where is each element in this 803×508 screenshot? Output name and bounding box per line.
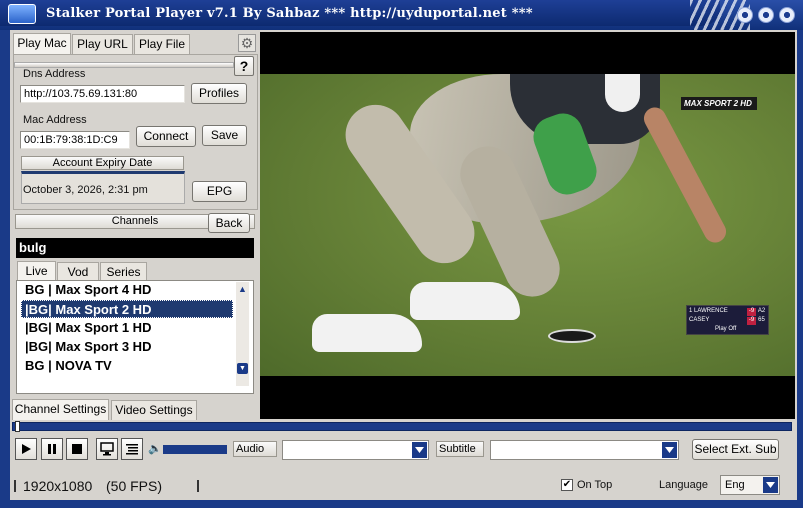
stop-button[interactable] (66, 438, 88, 460)
select-ext-sub-button[interactable]: Select Ext. Sub (692, 439, 779, 460)
stop-icon (72, 444, 82, 454)
language-select[interactable]: Eng (720, 475, 780, 495)
playlist-button[interactable] (121, 438, 143, 460)
scoreboard-overlay: 1 LAWRENCE -9 A2 CASEY -9 65 Play Off (686, 305, 769, 335)
play-icon (22, 444, 31, 454)
play-button[interactable] (15, 438, 37, 460)
list-icon (126, 444, 138, 455)
video-shoe (312, 314, 422, 352)
back-button[interactable]: Back (208, 213, 250, 233)
channel-item[interactable]: BG | NOVA TV (25, 357, 112, 375)
channel-item[interactable]: BG | Max Sport 4 HD (25, 281, 151, 299)
seek-handle[interactable] (15, 421, 20, 432)
video-arm (640, 103, 730, 247)
window-frame-bottom (0, 500, 803, 508)
connect-button[interactable]: Connect (136, 126, 196, 147)
ontop-checkbox[interactable]: ✔ (561, 479, 573, 491)
scroll-down-icon[interactable]: ▼ (237, 363, 248, 374)
audio-label: Audio (233, 441, 277, 457)
mac-label: Mac Address (23, 114, 87, 126)
volume-slider[interactable] (163, 445, 227, 454)
volume-fill (164, 446, 226, 453)
video-shoe (410, 282, 520, 320)
tab-play-url[interactable]: Play URL (72, 34, 133, 54)
pause-button[interactable] (41, 438, 63, 460)
expiry-label: Account Expiry Date (21, 156, 184, 170)
window-title: Stalker Portal Player v7.1 By Sahbaz ***… (46, 6, 533, 21)
ontop-label: On Top (577, 479, 613, 491)
video-display[interactable]: MAX SPORT 2 HD 1 LAWRENCE -9 A2 CASEY -9… (260, 32, 795, 419)
title-bar[interactable]: Stalker Portal Player v7.1 By Sahbaz ***… (0, 0, 803, 30)
language-label: Language (659, 479, 708, 491)
expiry-value: October 3, 2026, 2:31 pm (23, 184, 148, 196)
channel-search-input[interactable]: bulg (16, 238, 254, 258)
fps-text: (50 FPS) (106, 478, 163, 494)
subtitle-label: Subtitle (436, 441, 484, 457)
chevron-down-icon (662, 442, 677, 458)
subtitle-select[interactable] (490, 440, 679, 460)
score-value: 65 (758, 317, 765, 323)
dns-label: Dns Address (23, 68, 86, 80)
channel-item-selected[interactable]: |BG| Max Sport 2 HD (21, 300, 233, 318)
tab-play-file[interactable]: Play File (134, 34, 190, 54)
fullscreen-button[interactable] (96, 438, 118, 460)
tab-play-mac[interactable]: Play Mac (13, 33, 71, 54)
maximize-icon[interactable] (758, 7, 774, 23)
chevron-down-icon (412, 442, 427, 458)
video-cap (605, 74, 640, 112)
minimize-icon[interactable] (737, 7, 753, 23)
volume-icon: 🔈 (148, 443, 162, 455)
pause-icon (48, 444, 56, 454)
resolution-text: 1920x1080 (23, 478, 93, 494)
check-icon: ✔ (562, 479, 572, 490)
score-value: -9 (747, 317, 756, 325)
scroll-up-icon[interactable]: ▲ (237, 284, 248, 294)
channel-item[interactable]: |BG| Max Sport 1 HD (25, 319, 151, 337)
close-icon[interactable] (779, 7, 795, 23)
audio-select[interactable] (282, 440, 429, 460)
score-footer: Play Off (715, 326, 737, 332)
window-frame-left (0, 30, 10, 508)
channel-item[interactable]: |BG| Max Sport 3 HD (25, 338, 151, 356)
score-row-name: 1 LAWRENCE (689, 308, 728, 314)
score-value: -9 (747, 308, 756, 316)
settings-gear-icon[interactable]: ⚙ (238, 34, 256, 52)
profiles-button[interactable]: Profiles (191, 83, 247, 104)
channel-logo: MAX SPORT 2 HD (681, 97, 757, 110)
chevron-down-icon (763, 477, 778, 493)
app-icon (8, 4, 36, 24)
dns-input[interactable]: http://103.75.69.131:80 (20, 85, 185, 103)
score-row-name: CASEY (689, 317, 710, 323)
tab-channel-settings[interactable]: Channel Settings (12, 399, 109, 420)
monitor-icon (100, 442, 114, 456)
tab-vod[interactable]: Vod (57, 262, 99, 282)
status-divider (14, 480, 16, 492)
tab-series[interactable]: Series (100, 262, 147, 282)
tab-live[interactable]: Live (17, 261, 56, 282)
score-value: A2 (757, 308, 766, 314)
tab-video-settings[interactable]: Video Settings (111, 400, 197, 420)
video-golf-hole (548, 329, 596, 343)
mac-input[interactable]: 00:1B:79:38:1D:C9 (20, 131, 130, 149)
epg-button[interactable]: EPG (192, 181, 247, 202)
save-button[interactable]: Save (202, 125, 247, 146)
window-frame-right (797, 30, 803, 508)
language-value: Eng (725, 479, 745, 491)
seek-bar[interactable] (12, 422, 792, 431)
video-frame: MAX SPORT 2 HD 1 LAWRENCE -9 A2 CASEY -9… (260, 74, 795, 376)
status-divider (197, 480, 199, 492)
help-button[interactable]: ? (234, 56, 254, 76)
